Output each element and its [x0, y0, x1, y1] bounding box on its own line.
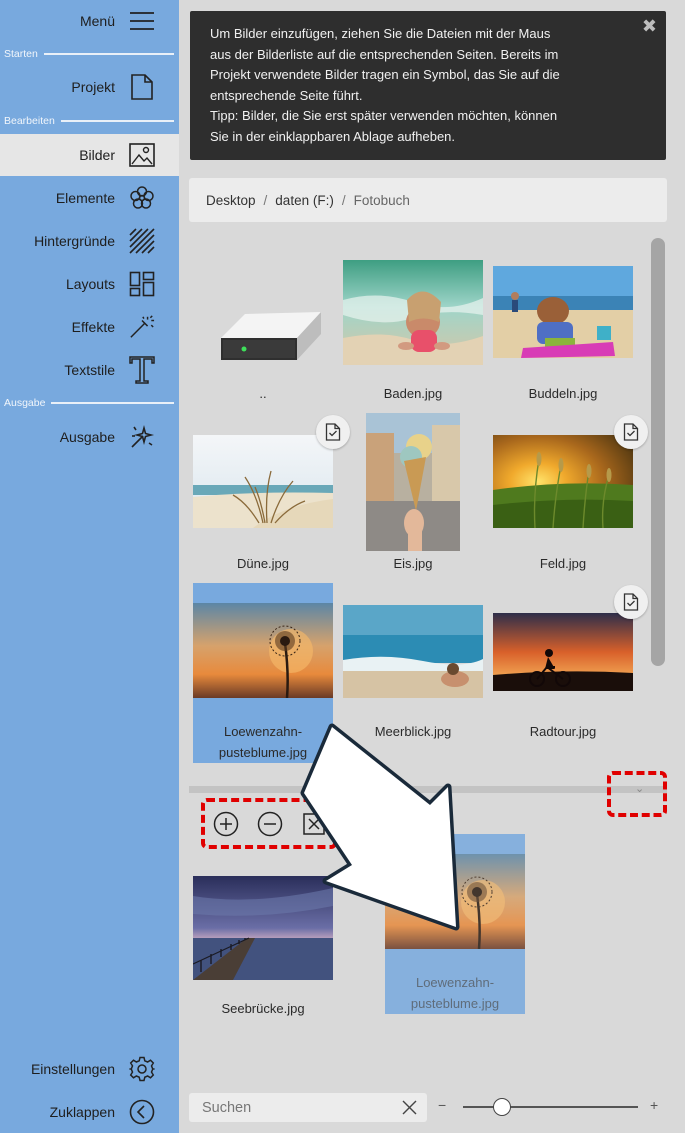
photo-thumbnail [343, 605, 483, 698]
gallery-item-eis[interactable]: Eis.jpg [343, 413, 483, 578]
file-name: .. [259, 386, 267, 401]
sidebar-item-label: Ausgabe [59, 429, 115, 445]
info-text-line: aus der Bilderliste auf die entsprechend… [210, 46, 559, 62]
menu-button[interactable]: Menü [0, 0, 179, 42]
zoom-out-button[interactable]: − [438, 1097, 446, 1113]
breadcrumb-separator: / [263, 192, 268, 208]
settings-button[interactable]: Einstellungen [0, 1048, 179, 1090]
photo-thumbnail [193, 435, 333, 528]
gallery-item-parent-folder[interactable]: .. [193, 258, 333, 408]
sidebar-item-label: Projekt [71, 79, 115, 95]
search-input[interactable] [189, 1093, 394, 1122]
breadcrumb-item-drive[interactable]: daten (F:) [275, 193, 334, 208]
file-name: Buddeln.jpg [528, 386, 598, 401]
info-text-line: Sie in der einklappbaren Ablage aufheben… [210, 128, 456, 144]
gallery-item-radtour[interactable]: Radtour.jpg [493, 583, 648, 763]
photo-thumbnail [366, 413, 460, 551]
clear-search-icon[interactable] [401, 1099, 418, 1116]
used-in-project-badge[interactable] [614, 415, 648, 449]
hatch-pattern-icon [129, 228, 155, 254]
photo-thumbnail [493, 435, 633, 528]
sidebar-item-label: Elemente [55, 190, 115, 206]
breadcrumb-item-current: Fotobuch [353, 192, 410, 208]
used-in-project-badge[interactable] [614, 585, 648, 619]
file-name-line: pusteblume.jpg [410, 996, 500, 1011]
layout-grid-icon [129, 271, 155, 297]
section-bearbeiten: Bearbeiten [0, 114, 179, 128]
sidebar-item-label: Layouts [65, 276, 115, 292]
zoom-in-button[interactable]: + [650, 1097, 658, 1113]
document-icon [129, 74, 155, 100]
hamburger-icon [129, 8, 155, 34]
file-name: Seebrücke.jpg [221, 1001, 305, 1016]
flower-icon [129, 185, 155, 211]
settings-label: Einstellungen [30, 1061, 115, 1077]
sidebar: Menü Starten Projekt Bearbeiten Bilder E… [0, 0, 179, 1133]
collapse-button[interactable]: Zuklappen [0, 1091, 179, 1133]
file-name: Baden.jpg [383, 386, 443, 401]
gallery-item-baden[interactable]: Baden.jpg [343, 258, 483, 408]
drive-icon [193, 300, 333, 380]
breadcrumb: Desktop / daten (F:) / Fotobuch [189, 178, 667, 222]
file-name-line: Loewenzahn- [415, 975, 495, 990]
info-text-line: Um Bilder einzufügen, ziehen Sie die Dat… [210, 26, 551, 41]
gallery-scrollbar-thumb[interactable] [651, 238, 665, 666]
file-name: Eis.jpg [393, 556, 433, 571]
sidebar-item-elemente[interactable]: Elemente [0, 177, 179, 219]
photo-thumbnail [493, 613, 633, 691]
breadcrumb-separator: / [341, 192, 346, 208]
highlight-collapse-toggle [607, 771, 667, 817]
sidebar-item-bilder[interactable]: Bilder [0, 134, 179, 176]
photo-thumbnail [193, 603, 333, 698]
gallery-item-duene[interactable]: Düne.jpg [193, 413, 350, 578]
sidebar-item-projekt[interactable]: Projekt [0, 66, 179, 108]
section-ausgabe: Ausgabe [0, 396, 179, 410]
drag-arrow-icon [300, 723, 460, 931]
file-name: Feld.jpg [539, 556, 587, 571]
section-starten: Starten [0, 47, 179, 61]
chevron-left-circle-icon [129, 1099, 155, 1125]
info-text-line: Tipp: Bilder, die Sie erst später verwen… [210, 108, 558, 123]
info-box: Um Bilder einzufügen, ziehen Sie die Dat… [190, 11, 666, 160]
text-t-icon [129, 356, 155, 384]
sidebar-item-ausgabe[interactable]: Ausgabe [0, 416, 179, 458]
magic-wand-icon [129, 314, 155, 340]
photo-thumbnail [343, 260, 483, 365]
info-text-line: Projekt verwendete Bilder tragen ein Sym… [210, 67, 560, 82]
breadcrumb-item-desktop[interactable]: Desktop [206, 193, 256, 208]
sparkle-output-icon [129, 424, 155, 450]
menu-label: Menü [79, 13, 115, 29]
file-name: Radtour.jpg [529, 724, 597, 739]
sidebar-item-effekte[interactable]: Effekte [0, 306, 179, 348]
photo-thumbnail [493, 266, 633, 358]
sidebar-item-label: Effekte [71, 319, 115, 335]
zoom-slider-knob[interactable] [492, 1098, 511, 1116]
sidebar-item-label: Bilder [79, 147, 115, 163]
sidebar-item-layouts[interactable]: Layouts [0, 263, 179, 305]
sidebar-item-hintergruende[interactable]: Hintergründe [0, 220, 179, 262]
image-icon [129, 142, 155, 168]
sidebar-item-label: Textstile [64, 362, 115, 378]
file-name: Düne.jpg [236, 556, 290, 571]
collapse-label: Zuklappen [49, 1104, 115, 1120]
gear-icon [129, 1056, 155, 1082]
gallery-item-feld[interactable]: Feld.jpg [493, 413, 648, 578]
close-icon[interactable]: ✖ [642, 16, 657, 37]
gallery-item-buddeln[interactable]: Buddeln.jpg [493, 258, 633, 408]
info-text-line: entsprechende Seite führt. [210, 87, 363, 103]
sidebar-item-label: Hintergründe [34, 233, 115, 249]
zoom-slider-track[interactable] [463, 1106, 638, 1108]
sidebar-item-textstile[interactable]: Textstile [0, 349, 179, 391]
search-box [189, 1093, 427, 1122]
